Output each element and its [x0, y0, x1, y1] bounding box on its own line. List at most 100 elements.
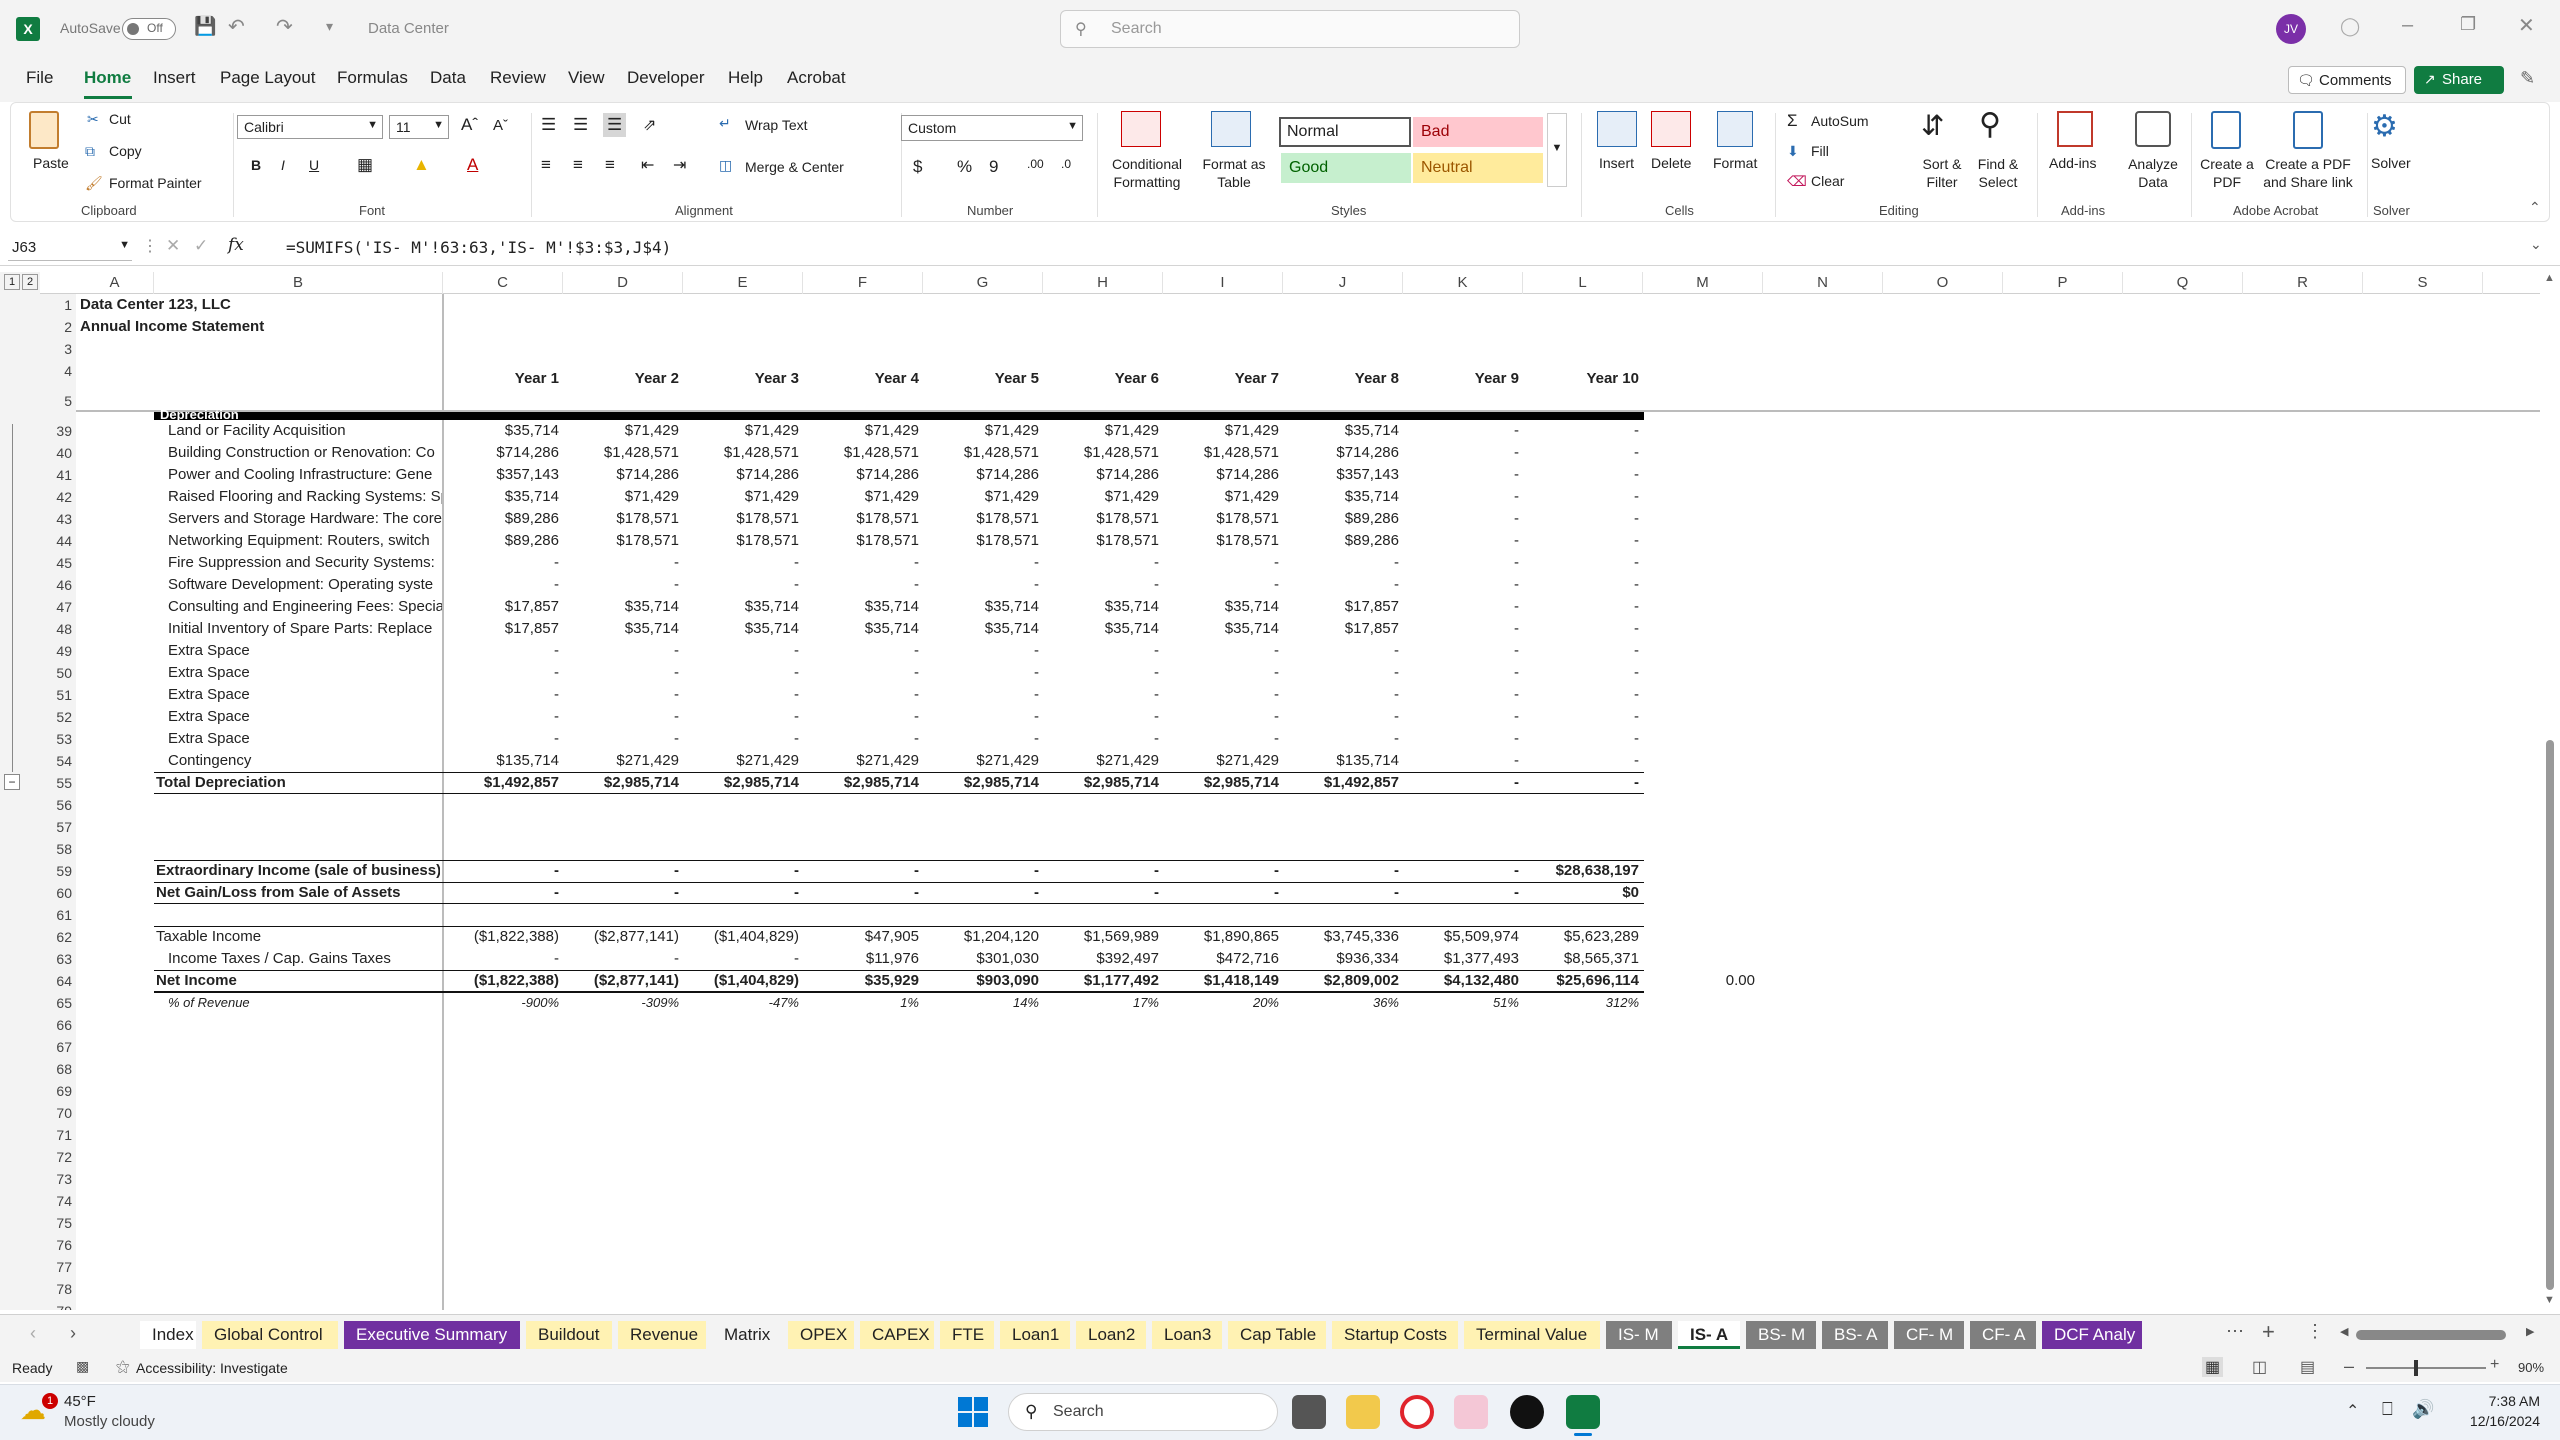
data-cell[interactable]: $392,497: [1043, 948, 1163, 970]
row-number[interactable]: 45: [40, 552, 76, 574]
data-cell[interactable]: -: [1283, 882, 1403, 904]
menu-view[interactable]: View: [568, 68, 605, 88]
find-select-button[interactable]: Find & Select: [1965, 155, 2031, 191]
column-header[interactable]: C: [443, 272, 563, 294]
data-cell[interactable]: -: [1283, 684, 1403, 706]
row-label[interactable]: Extra Space: [168, 640, 442, 662]
opera-icon[interactable]: [1400, 1395, 1434, 1429]
data-cell[interactable]: -: [803, 662, 923, 684]
row-number[interactable]: 79: [40, 1300, 76, 1310]
row-label[interactable]: Power and Cooling Infrastructure: Gene: [168, 464, 442, 486]
data-cell[interactable]: $2,985,714: [923, 772, 1043, 794]
row-number[interactable]: 1: [40, 294, 76, 316]
data-cell[interactable]: -309%: [563, 992, 683, 1014]
row-number[interactable]: 66: [40, 1014, 76, 1036]
format-as-table-button[interactable]: Format as Table: [1197, 155, 1271, 191]
autosave-toggle[interactable]: Off: [122, 18, 176, 40]
menu-file[interactable]: File: [26, 68, 53, 88]
style-good[interactable]: Good: [1281, 153, 1411, 183]
data-cell[interactable]: $35,714: [563, 618, 683, 640]
row-number[interactable]: 72: [40, 1146, 76, 1168]
header-title[interactable]: Data Center 123, LLC: [80, 294, 440, 316]
font-color-icon[interactable]: A: [467, 155, 478, 175]
outline-collapse-button[interactable]: −: [4, 774, 20, 790]
data-cell[interactable]: $71,429: [1163, 486, 1283, 508]
data-cell[interactable]: $714,286: [443, 442, 563, 464]
currency-icon[interactable]: $: [913, 157, 922, 177]
column-header[interactable]: I: [1163, 272, 1283, 294]
data-cell[interactable]: $714,286: [803, 464, 923, 486]
zoom-slider-thumb[interactable]: [2414, 1360, 2418, 1376]
data-cell[interactable]: $714,286: [923, 464, 1043, 486]
row-number[interactable]: 3: [40, 338, 76, 360]
copy-button[interactable]: Copy: [109, 143, 142, 159]
macro-record-icon[interactable]: ▩: [76, 1358, 89, 1375]
row-number[interactable]: 44: [40, 530, 76, 552]
data-cell[interactable]: -: [443, 574, 563, 596]
data-cell[interactable]: 14%: [923, 992, 1043, 1014]
decrease-decimal-icon[interactable]: .0: [1061, 157, 1071, 171]
data-cell[interactable]: -: [1043, 860, 1163, 882]
sheet-tab[interactable]: IS- M: [1606, 1321, 1672, 1349]
borders-icon[interactable]: ▦: [357, 155, 373, 175]
row-number[interactable]: 49: [40, 640, 76, 662]
data-cell[interactable]: ($1,404,829): [683, 926, 803, 948]
data-cell[interactable]: -: [683, 860, 803, 882]
share-button[interactable]: ↗ Share: [2414, 66, 2504, 94]
year-header[interactable]: Year 6: [1043, 368, 1163, 390]
column-header[interactable]: S: [2363, 272, 2483, 294]
data-cell[interactable]: $35,714: [443, 420, 563, 442]
row-label[interactable]: Extra Space: [168, 684, 442, 706]
sheet-tab[interactable]: Global Control: [202, 1321, 338, 1349]
data-cell[interactable]: -: [1523, 508, 1643, 530]
data-cell[interactable]: -: [1283, 574, 1403, 596]
data-cell[interactable]: $178,571: [803, 508, 923, 530]
data-cell[interactable]: -: [1523, 442, 1643, 464]
data-cell[interactable]: -: [803, 640, 923, 662]
data-cell[interactable]: -: [443, 684, 563, 706]
data-cell[interactable]: $25,696,114: [1523, 970, 1643, 992]
data-cell[interactable]: $3,745,336: [1283, 926, 1403, 948]
data-cell[interactable]: -: [923, 640, 1043, 662]
close-button[interactable]: ✕: [2518, 13, 2535, 38]
number-format-select[interactable]: Custom ▼: [901, 115, 1083, 141]
data-cell[interactable]: $903,090: [923, 970, 1043, 992]
file-explorer-icon[interactable]: [1346, 1395, 1380, 1429]
data-cell[interactable]: ($1,822,388): [443, 926, 563, 948]
data-cell[interactable]: $178,571: [803, 530, 923, 552]
taskbar-search[interactable]: ⚲ Search: [1008, 1393, 1278, 1431]
row-label[interactable]: Extra Space: [168, 728, 442, 750]
row-number[interactable]: 39: [40, 420, 76, 442]
row-number[interactable]: 65: [40, 992, 76, 1014]
increase-decimal-icon[interactable]: .00: [1027, 157, 1044, 171]
data-cell[interactable]: -: [923, 552, 1043, 574]
data-cell[interactable]: -: [1163, 860, 1283, 882]
task-view-icon[interactable]: [1292, 1395, 1326, 1429]
cancel-formula-icon[interactable]: ✕: [166, 236, 180, 256]
column-header[interactable]: A: [76, 272, 154, 294]
data-cell[interactable]: $1,177,492: [1043, 970, 1163, 992]
row-label[interactable]: Net Income: [156, 970, 440, 992]
data-cell[interactable]: -: [923, 574, 1043, 596]
row-number[interactable]: 76: [40, 1234, 76, 1256]
data-cell[interactable]: -: [803, 684, 923, 706]
data-cell[interactable]: $178,571: [923, 508, 1043, 530]
data-cell[interactable]: $271,429: [923, 750, 1043, 772]
sheet-tab[interactable]: Executive Summary: [344, 1321, 520, 1349]
horizontal-scrollbar[interactable]: ◀ ▶: [2340, 1325, 2540, 1345]
column-header[interactable]: L: [1523, 272, 1643, 294]
data-cell[interactable]: $35,714: [563, 596, 683, 618]
volume-icon[interactable]: 🔊: [2412, 1399, 2434, 1420]
data-cell[interactable]: $71,429: [803, 486, 923, 508]
scroll-down-icon[interactable]: ▼: [2544, 1294, 2555, 1306]
row-label[interactable]: Land or Facility Acquisition: [168, 420, 442, 442]
sheet-tab[interactable]: Startup Costs: [1332, 1321, 1458, 1349]
data-cell[interactable]: $357,143: [1283, 464, 1403, 486]
data-cell[interactable]: $178,571: [563, 508, 683, 530]
data-cell[interactable]: $17,857: [1283, 618, 1403, 640]
row-number[interactable]: 57: [40, 816, 76, 838]
data-cell[interactable]: $301,030: [923, 948, 1043, 970]
row-number[interactable]: 46: [40, 574, 76, 596]
data-cell[interactable]: $71,429: [1043, 420, 1163, 442]
data-cell[interactable]: -: [1403, 618, 1523, 640]
